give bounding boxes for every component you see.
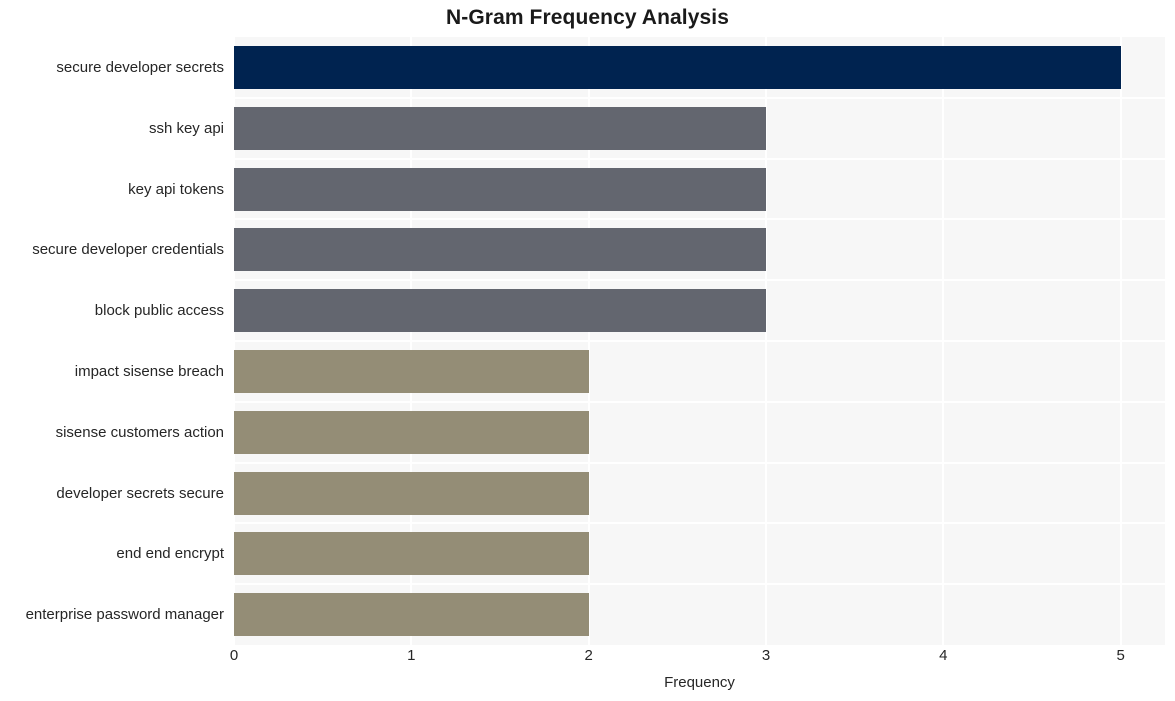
bar [234,167,766,211]
bars-layer [234,37,1165,645]
page-title: N-Gram Frequency Analysis [446,6,729,29]
bar [234,410,589,454]
y-axis-tick-labels: secure developer secrets ssh key api key a… [0,37,234,645]
y-axis-tick-label: sisense customers action [55,423,224,441]
bar [234,228,766,272]
bar [234,593,589,637]
y-axis-tick-label: secure developer secrets [56,58,224,76]
x-axis-tick-label: 3 [761,647,771,664]
y-axis-tick-label: end end encrypt [116,545,224,563]
x-axis-tick-label: 4 [939,647,948,664]
bar [234,349,589,393]
y-axis-tick-label: enterprise password manager [25,606,224,624]
bar [234,532,589,576]
plot-area [233,37,1165,645]
ngram-frequency-chart: N-Gram Frequency Analysis secure develop… [0,0,1175,701]
x-axis-tick-label: 2 [584,647,593,664]
x-axis-tick-label: 0 [229,647,239,664]
x-axis-tick-label: 1 [407,647,416,664]
bar [234,471,589,515]
y-axis-tick-label: block public access [94,302,224,320]
y-axis-tick-label: impact sisense breach [74,362,224,380]
bar [234,106,766,150]
y-axis-tick-label: ssh key api [148,119,224,137]
x-axis-title: Frequency [664,674,735,691]
y-axis-tick-label: secure developer credentials [32,241,224,259]
x-axis-tick-label: 5 [1116,647,1125,664]
x-axis-tick-labels: 0 1 2 3 4 5 [230,645,1165,671]
bar [234,289,766,333]
y-axis-tick-label: developer secrets secure [56,484,224,502]
bar [234,45,1121,89]
y-axis-tick-label: key api tokens [128,180,224,198]
